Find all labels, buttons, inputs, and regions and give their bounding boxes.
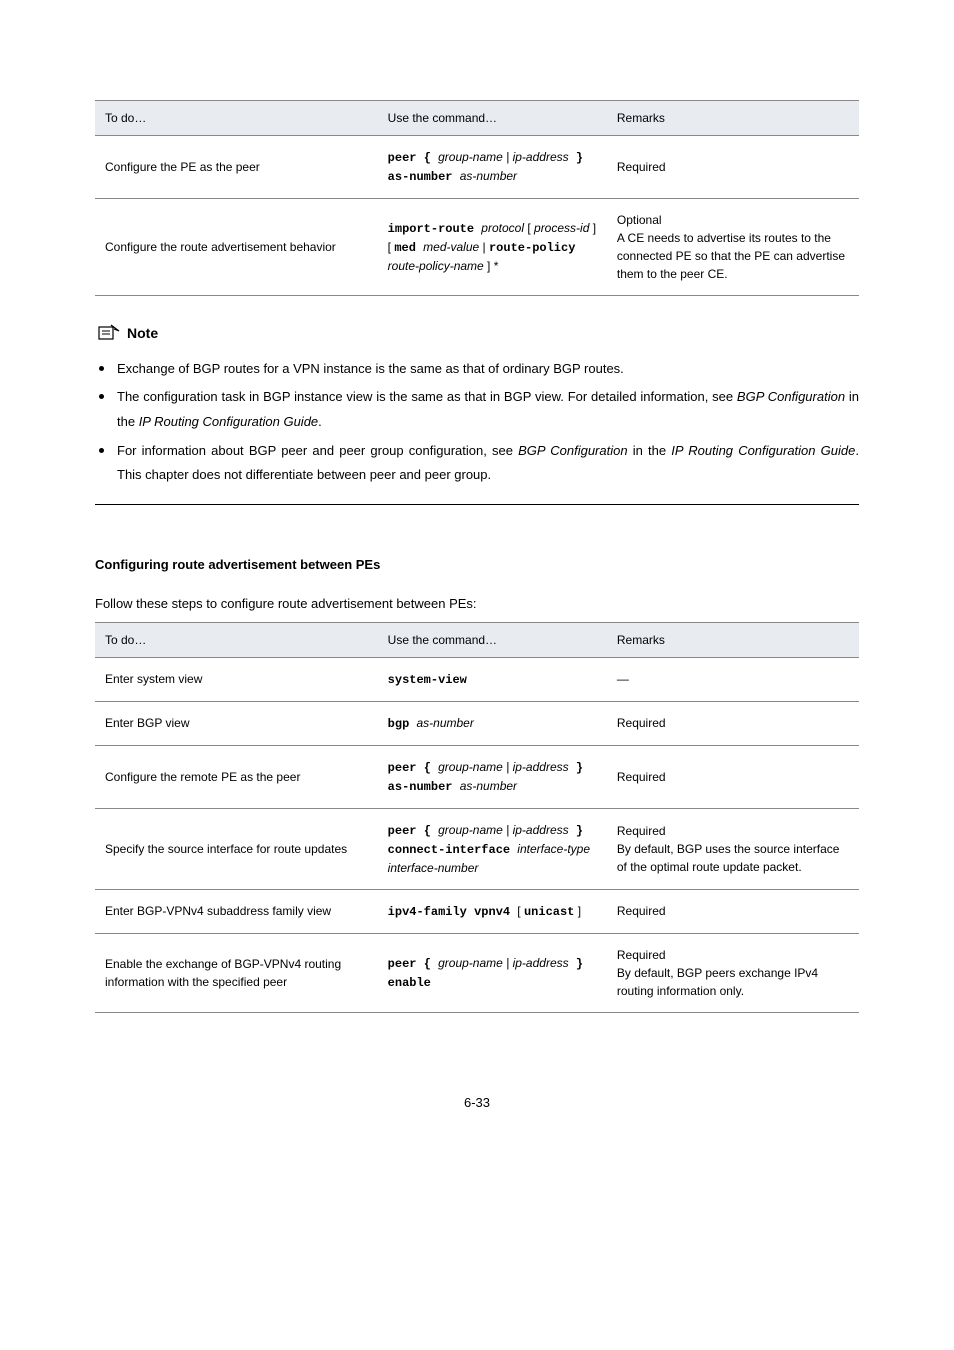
table-row: Enter BGP-VPNv4 subaddress family view i…	[95, 889, 859, 933]
cell-remarks: Required	[607, 701, 859, 745]
cell-cmd: peer { group-name | ip-address } connect…	[378, 808, 607, 889]
list-item: The configuration task in BGP instance v…	[117, 385, 859, 434]
note-section: Note Exchange of BGP routes for a VPN in…	[95, 321, 859, 505]
cell-remarks: —	[607, 657, 859, 701]
table-row: Configure the route advertisement behavi…	[95, 199, 859, 296]
cell-todo: Configure the PE as the peer	[95, 136, 378, 199]
table-row: Configure the PE as the peer peer { grou…	[95, 136, 859, 199]
cell-remarks: Required	[607, 889, 859, 933]
note-bullet-list: Exchange of BGP routes for a VPN instanc…	[95, 357, 859, 488]
cell-cmd: import-route protocol [ process-id ] [ m…	[378, 199, 607, 296]
cell-cmd: ipv4-family vpnv4 [ unicast ]	[378, 889, 607, 933]
table-pe-route-adv: To do… Use the command… Remarks Enter sy…	[95, 622, 859, 1013]
cell-cmd: peer { group-name | ip-address } as-numb…	[378, 745, 607, 808]
steps-intro: Follow these steps to configure route ad…	[95, 594, 859, 614]
th-cmd: Use the command…	[378, 101, 607, 136]
th-todo: To do…	[95, 622, 378, 657]
cell-remarks: Required By default, BGP uses the source…	[607, 808, 859, 889]
th-todo: To do…	[95, 101, 378, 136]
cell-todo: Enter BGP-VPNv4 subaddress family view	[95, 889, 378, 933]
table-row: Configure the remote PE as the peer peer…	[95, 745, 859, 808]
note-label: Note	[127, 323, 158, 344]
cell-remarks: Optional A CE needs to advertise its rou…	[607, 199, 859, 296]
cell-cmd: bgp as-number	[378, 701, 607, 745]
page-number: 6-33	[95, 1093, 859, 1113]
th-remarks: Remarks	[607, 101, 859, 136]
th-cmd: Use the command…	[378, 622, 607, 657]
cell-cmd: peer { group-name | ip-address } enable	[378, 933, 607, 1012]
table-row: Enable the exchange of BGP-VPNv4 routing…	[95, 933, 859, 1012]
cell-remarks: Required	[607, 136, 859, 199]
cell-remarks: Required	[607, 745, 859, 808]
table-row: Enter system view system-view —	[95, 657, 859, 701]
cell-todo: Enter BGP view	[95, 701, 378, 745]
list-item: Exchange of BGP routes for a VPN instanc…	[117, 357, 859, 382]
cell-todo: Enable the exchange of BGP-VPNv4 routing…	[95, 933, 378, 1012]
table-row: Enter BGP view bgp as-number Required	[95, 701, 859, 745]
cell-todo: Specify the source interface for route u…	[95, 808, 378, 889]
cell-todo: Configure the remote PE as the peer	[95, 745, 378, 808]
cell-cmd: peer { group-name | ip-address } as-numb…	[378, 136, 607, 199]
section-title: Configuring route advertisement between …	[95, 555, 859, 575]
cell-todo: Configure the route advertisement behavi…	[95, 199, 378, 296]
cell-todo: Enter system view	[95, 657, 378, 701]
table-row: Specify the source interface for route u…	[95, 808, 859, 889]
cell-cmd: system-view	[378, 657, 607, 701]
list-item: For information about BGP peer and peer …	[117, 439, 859, 488]
th-remarks: Remarks	[607, 622, 859, 657]
note-icon	[95, 321, 121, 347]
table-pe-peer: To do… Use the command… Remarks Configur…	[95, 100, 859, 296]
cell-remarks: Required By default, BGP peers exchange …	[607, 933, 859, 1012]
